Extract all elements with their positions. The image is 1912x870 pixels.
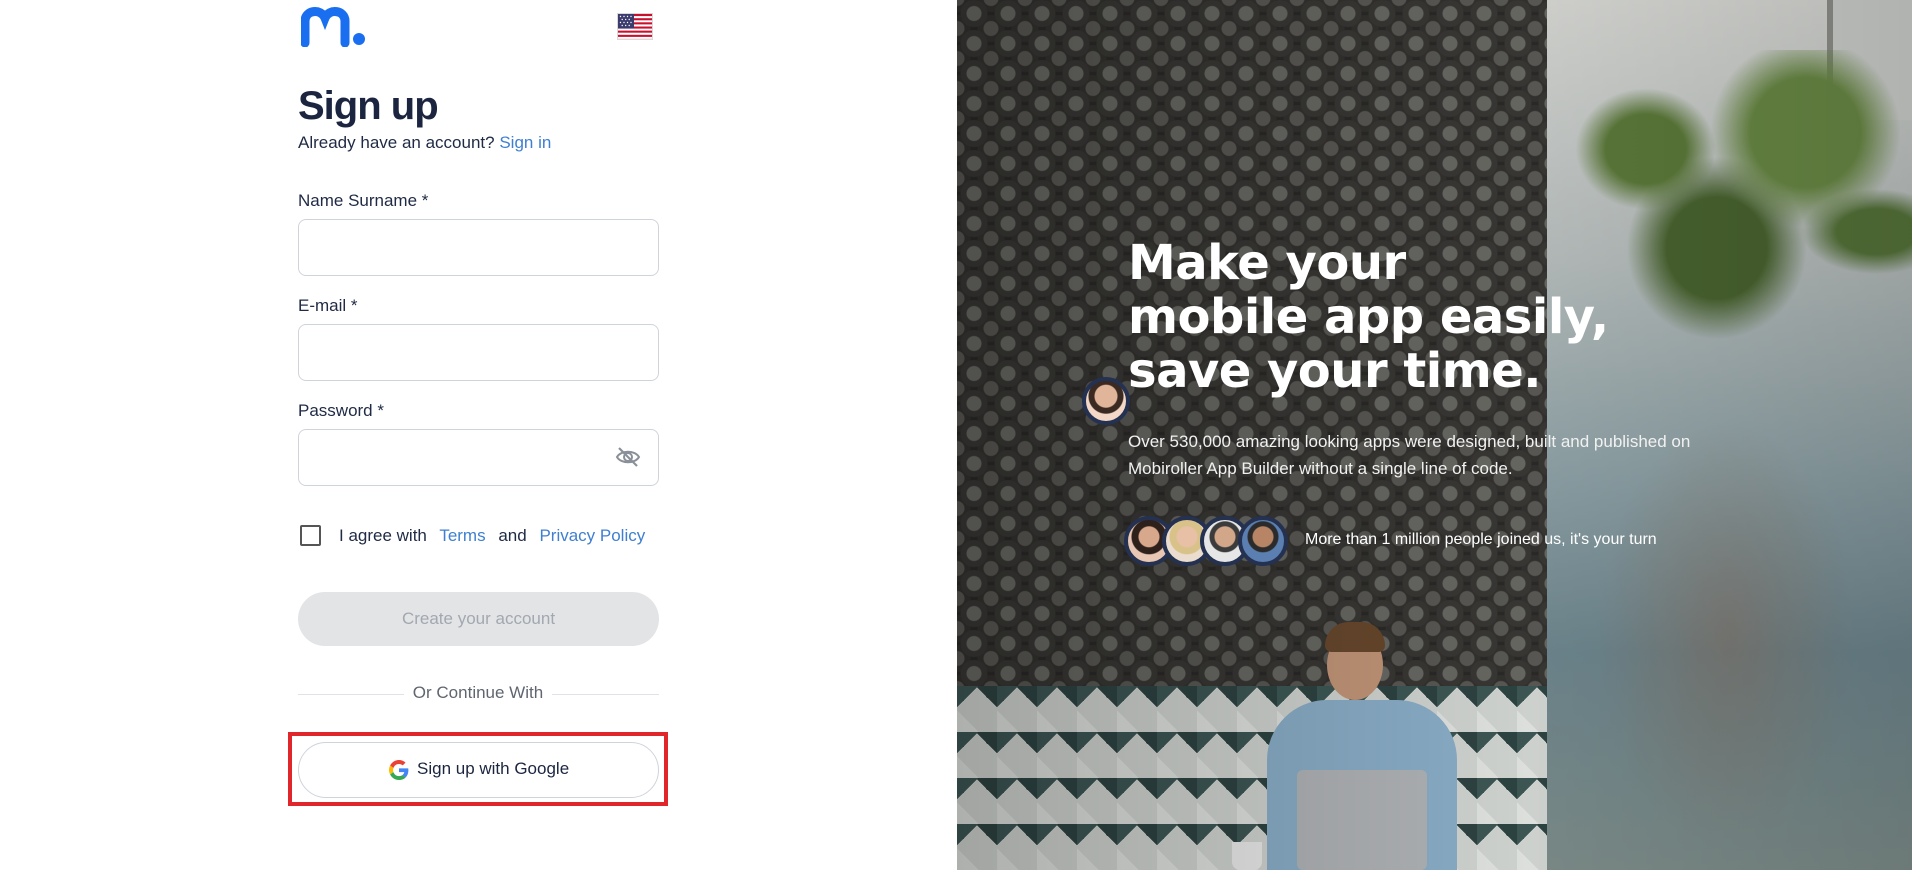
joined-text: More than 1 million people joined us, it… (1305, 531, 1657, 548)
signup-pane: Sign up Already have an account? Sign in… (0, 0, 957, 870)
page-title: Sign up (298, 84, 439, 128)
hero-headline: Make your mobile app easily, save your t… (1128, 236, 1609, 398)
email-input[interactable] (298, 324, 659, 381)
hero-subtext: Over 530,000 amazing looking apps were d… (1128, 432, 1691, 478)
name-surname-input[interactable] (298, 219, 659, 276)
agree-checkbox[interactable] (300, 525, 321, 546)
avatar (1082, 377, 1130, 425)
agree-row: I agree with Terms and Privacy Policy (339, 526, 645, 546)
eye-slash-icon[interactable] (614, 446, 642, 468)
mobiroller-logo-icon[interactable] (301, 3, 367, 47)
hero-panel: Make your mobile app easily, save your t… (957, 0, 1912, 870)
create-account-button[interactable]: Create your account (298, 592, 659, 646)
terms-link[interactable]: Terms (439, 526, 485, 545)
headline-line-3: save your time. (1128, 343, 1542, 399)
divider-right (552, 694, 659, 695)
avatar (1238, 516, 1288, 566)
signin-prompt: Already have an account? Sign in (298, 133, 551, 153)
us-flag-icon[interactable] (617, 13, 653, 40)
have-account-text: Already have an account? (298, 133, 495, 152)
password-label: Password * (298, 401, 384, 420)
password-input[interactable] (298, 429, 659, 486)
and-text: and (498, 526, 527, 545)
signin-link[interactable]: Sign in (499, 133, 551, 152)
headline-line-2: mobile app easily, (1128, 289, 1609, 345)
email-label: E-mail * (298, 296, 358, 315)
divider-left (298, 694, 404, 695)
headline-line-1: Make your (1128, 235, 1406, 291)
or-continue-with: Or Continue With (412, 683, 544, 702)
google-icon (389, 760, 409, 780)
privacy-policy-link[interactable]: Privacy Policy (539, 526, 645, 545)
name-label: Name Surname * (298, 191, 429, 210)
google-signup-label: Sign up with Google (417, 759, 570, 778)
agree-prefix: I agree with (339, 526, 427, 545)
